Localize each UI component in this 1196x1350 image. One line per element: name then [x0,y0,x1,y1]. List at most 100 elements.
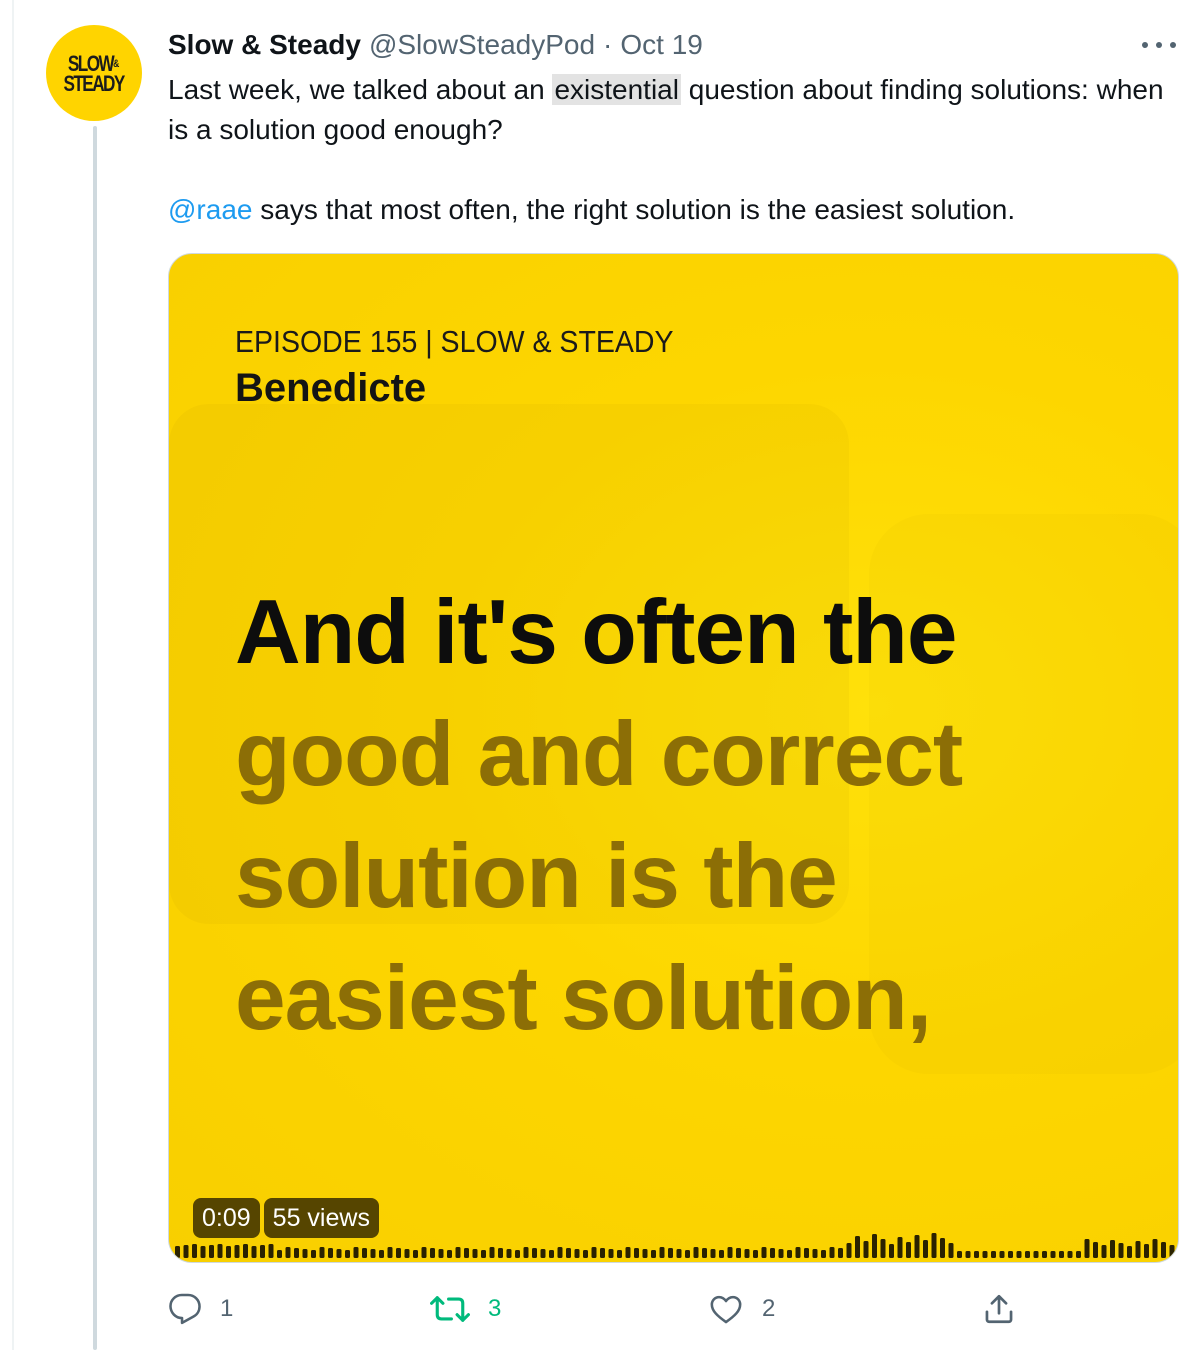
audio-waveform [175,1233,1175,1258]
waveform-bar [277,1250,282,1258]
waveform-bar [1033,1251,1039,1258]
waveform-bar [379,1250,384,1258]
waveform-bar [1161,1242,1166,1258]
waveform-bar [1016,1251,1022,1258]
separator-dot: · [603,29,613,60]
waveform-bar [192,1244,197,1258]
waveform-bar [1110,1240,1115,1258]
highlighted-word: existential [552,74,681,105]
like-count: 2 [762,1295,776,1322]
waveform-bar [532,1248,537,1258]
waveform-bar [285,1247,291,1258]
thread-line [93,126,97,1350]
waveform-bar [472,1249,478,1258]
tweet-paragraph: @raae says that most often, the right so… [168,194,1016,225]
waveform-bar [702,1248,707,1258]
waveform-bar [736,1248,741,1258]
episode-guest: Benedicte [235,366,427,410]
waveform-bar [855,1236,860,1258]
waveform-bar [778,1249,784,1258]
waveform-bar [362,1248,367,1258]
waveform-bar [625,1247,631,1258]
waveform-bar [1008,1251,1013,1258]
waveform-bar [498,1248,503,1258]
reply-count: 1 [220,1295,234,1322]
waveform-bar [506,1249,512,1258]
waveform-bar [923,1240,928,1258]
waveform-bar [651,1250,656,1258]
author-handle[interactable]: @SlowSteadyPod [369,29,595,61]
more-options-icon[interactable] [1142,38,1176,52]
reply-button[interactable]: 1 [168,1286,233,1332]
timeline-border [12,0,14,1350]
waveform-bar [999,1251,1005,1258]
mention-link[interactable]: @raae [168,194,252,225]
waveform-bar [812,1249,818,1258]
waveform-bar [175,1246,180,1258]
waveform-bar [217,1244,223,1258]
retweet-icon [430,1296,470,1322]
tweet-header: Slow & Steady @SlowSteadyPod · Oct 19 [168,28,703,62]
waveform-bar [438,1249,444,1258]
waveform-bar [974,1251,979,1258]
waveform-bar [464,1248,469,1258]
waveform-bar [1067,1251,1073,1258]
waveform-bar [234,1245,240,1258]
waveform-bar [608,1249,614,1258]
waveform-bar [1050,1251,1056,1258]
caption-line: easiest solution, [235,948,932,1049]
author-name[interactable]: Slow & Steady [168,29,361,61]
waveform-bar [1059,1251,1064,1258]
waveform-bar [251,1246,257,1258]
waveform-bar [1127,1246,1132,1258]
waveform-bar [642,1249,648,1258]
waveform-bar [413,1250,418,1258]
waveform-bar [302,1249,308,1258]
waveform-bar [880,1239,886,1258]
waveform-bar [489,1247,495,1258]
waveform-bar [591,1247,597,1258]
waveform-bar [982,1251,988,1258]
waveform-bar [421,1247,427,1258]
retweet-button[interactable]: 3 [430,1286,501,1332]
waveform-bar [430,1248,435,1258]
waveform-bar [685,1250,690,1258]
video-player[interactable]: EPISODE 155 | SLOW & STEADY Benedicte An… [168,253,1179,1263]
waveform-bar [387,1247,393,1258]
tweet-paragraph: Last week, we talked about an existentia… [168,74,1164,145]
waveform-bar [319,1247,325,1258]
waveform-bar [1169,1245,1175,1258]
waveform-bar [1093,1242,1098,1258]
waveform-bar [914,1235,920,1258]
waveform-bar [940,1238,945,1258]
waveform-bar [846,1243,852,1258]
share-button[interactable] [982,1286,1016,1332]
waveform-bar [557,1247,563,1258]
retweet-count: 3 [488,1295,502,1322]
avatar[interactable]: SLOW& STEADY [46,25,142,121]
waveform-bar [1076,1251,1081,1258]
waveform-bar [829,1247,835,1258]
avatar-logo: SLOW& STEADY [63,50,126,96]
waveform-bar [268,1244,274,1258]
waveform-bar [1144,1244,1149,1258]
waveform-bar [668,1248,673,1258]
caption-line: good and correct [235,704,963,805]
waveform-bar [948,1243,954,1258]
tweet-date[interactable]: Oct 19 [620,29,702,61]
waveform-bar [727,1247,733,1258]
waveform-bar [770,1248,775,1258]
like-button[interactable]: 2 [708,1286,775,1332]
video-caption: And it's often the good and correct solu… [235,572,1155,1060]
waveform-bar [761,1247,767,1258]
waveform-bar [617,1250,622,1258]
waveform-bar [634,1248,639,1258]
waveform-bar [396,1248,401,1258]
waveform-bar [515,1250,520,1258]
waveform-bar [1042,1251,1047,1258]
episode-title: EPISODE 155 | SLOW & STEADY [235,324,674,359]
waveform-bar [957,1251,962,1258]
waveform-bar [1118,1243,1124,1258]
waveform-bar [1135,1241,1141,1258]
waveform-bar [311,1250,316,1258]
